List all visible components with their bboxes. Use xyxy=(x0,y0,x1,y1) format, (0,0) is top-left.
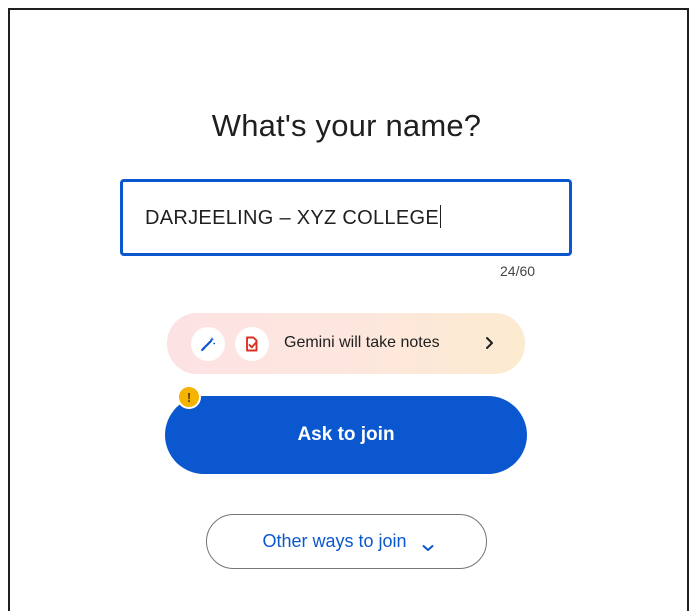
name-input-value[interactable]: DARJEELING – XYZ COLLEGE xyxy=(145,205,442,230)
other-ways-to-join-button[interactable]: Other ways to join xyxy=(206,514,487,569)
warning-icon: ! xyxy=(177,385,201,409)
name-input-text[interactable]: DARJEELING – XYZ COLLEGE xyxy=(145,207,439,229)
pen-sparkle-icon xyxy=(191,327,225,361)
ask-to-join-button[interactable]: Ask to join xyxy=(165,396,527,474)
character-counter: 24/60 xyxy=(500,263,536,279)
chevron-right-icon xyxy=(481,332,499,354)
gemini-notes-chip[interactable]: Gemini will take notes xyxy=(167,313,525,374)
warning-symbol: ! xyxy=(186,389,192,405)
page-title: What's your name? xyxy=(211,108,482,143)
chevron-down-icon xyxy=(421,537,435,551)
gemini-notes-label: Gemini will take notes xyxy=(284,334,440,351)
name-input[interactable]: DARJEELING – XYZ COLLEGE xyxy=(120,179,572,256)
ask-to-join-label: Ask to join xyxy=(297,424,395,445)
other-ways-label: Other ways to join xyxy=(262,531,407,551)
document-notes-icon xyxy=(235,327,269,361)
text-caret xyxy=(439,205,442,228)
